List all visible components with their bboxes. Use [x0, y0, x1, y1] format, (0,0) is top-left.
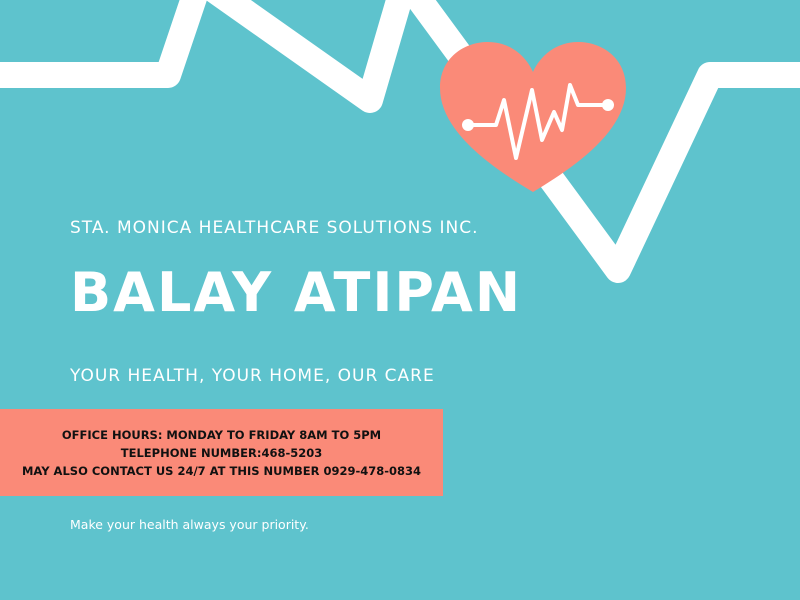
hotline-number: MAY ALSO CONTACT US 24/7 AT THIS NUMBER … — [21, 463, 422, 478]
heart-pulse-icon — [440, 42, 626, 192]
health-reminder: Make your health always your priority. — [70, 517, 309, 532]
telephone-number: TELEPHONE NUMBER:468-5203 — [120, 445, 323, 460]
tagline: YOUR HEALTH, YOUR HOME, OUR CARE — [70, 366, 435, 386]
office-hours: OFFICE HOURS: MONDAY TO FRIDAY 8AM TO 5P… — [61, 427, 382, 442]
page-title: BALAY ATIPAN — [70, 261, 523, 324]
company-name: STA. MONICA HEALTHCARE SOLUTIONS INC. — [70, 218, 479, 238]
contact-info-box: OFFICE HOURS: MONDAY TO FRIDAY 8AM TO 5P… — [0, 409, 443, 496]
